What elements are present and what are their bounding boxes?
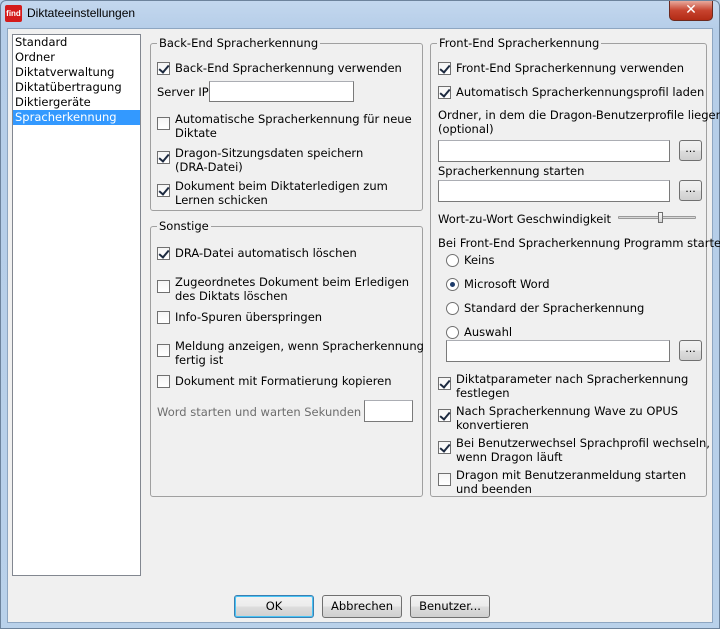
user-button[interactable]: Benutzer... bbox=[410, 595, 490, 618]
auto-profile-label: Automatisch Spracherkennungsprofil laden bbox=[456, 85, 705, 99]
program-selection-radio[interactable] bbox=[446, 326, 459, 339]
delete-doc-label-line2: des Diktats löschen bbox=[175, 289, 288, 303]
start-recognition-label: Spracherkennung starten bbox=[438, 164, 585, 178]
profile-folder-label-line2: (optional) bbox=[438, 122, 494, 136]
word-speed-label: Wort-zu-Wort Geschwindigkeit bbox=[438, 212, 612, 226]
show-message-label-line2: fertig ist bbox=[175, 353, 224, 367]
program-none-radio[interactable] bbox=[446, 254, 459, 267]
title-bar[interactable]: find Diktateeinstellungen ✕ bbox=[1, 1, 719, 27]
save-session-label-line1: Dragon-Sitzungsdaten speichern bbox=[175, 146, 364, 160]
convert-wave-label-line2: konvertieren bbox=[456, 418, 529, 432]
program-word-label: Microsoft Word bbox=[464, 277, 550, 291]
program-none-label: Keins bbox=[464, 253, 495, 267]
set-params-checkbox[interactable] bbox=[438, 377, 451, 390]
program-default-label: Standard der Spracherkennung bbox=[464, 301, 645, 315]
nav-item-diktiergeraete[interactable]: Diktiergeräte bbox=[13, 95, 140, 110]
profile-folder-label-line1: Ordner, in dem die Dragon-Benutzerprofil… bbox=[438, 108, 720, 122]
skip-info-label: Info-Spuren überspringen bbox=[175, 310, 323, 324]
delete-doc-checkbox[interactable] bbox=[157, 280, 170, 293]
dragon-login-label-line2: und beenden bbox=[456, 482, 532, 496]
send-document-label-line1: Dokument beim Diktaterledigen zum bbox=[175, 179, 388, 193]
program-selection-label: Auswahl bbox=[464, 325, 513, 339]
delete-dra-label: DRA-Datei automatisch löschen bbox=[175, 246, 357, 260]
server-ip-label: Server IP bbox=[157, 85, 209, 99]
start-recognition-browse-button[interactable]: ... bbox=[679, 180, 702, 201]
use-frontend-checkbox[interactable] bbox=[438, 62, 451, 75]
other-group-title: Sonstige bbox=[157, 219, 211, 233]
settings-category-list[interactable]: Standard Ordner Diktatverwaltung Diktatü… bbox=[12, 34, 141, 576]
profile-folder-input[interactable] bbox=[438, 140, 670, 162]
save-session-label-line2: (DRA-Datei) bbox=[175, 160, 243, 174]
use-backend-checkbox[interactable] bbox=[157, 62, 170, 75]
switch-profile-label-line1: Bei Benutzerwechsel Sprachprofil wechsel… bbox=[456, 436, 710, 450]
dragon-login-label-line1: Dragon mit Benutzeranmeldung starten bbox=[456, 468, 687, 482]
app-icon: find bbox=[5, 5, 22, 22]
use-backend-label: Back-End Spracherkennung verwenden bbox=[175, 61, 402, 75]
dialog-client-area: Standard Ordner Diktatverwaltung Diktatü… bbox=[7, 28, 720, 623]
skip-info-checkbox[interactable] bbox=[157, 311, 170, 324]
copy-format-label: Dokument mit Formatierung kopieren bbox=[175, 374, 392, 388]
auto-recognition-label-line2: Diktate bbox=[175, 126, 217, 140]
show-message-label-line1: Meldung anzeigen, wenn Spracherkennung bbox=[175, 339, 424, 353]
program-selection-browse-button[interactable]: ... bbox=[679, 340, 702, 361]
cancel-button[interactable]: Abbrechen bbox=[322, 595, 402, 618]
convert-wave-label-line1: Nach Spracherkennung Wave zu OPUS bbox=[456, 404, 679, 418]
switch-profile-label-line2: wenn Dragon läuft bbox=[456, 450, 563, 464]
program-start-label: Bei Front-End Spracherkennung Programm s… bbox=[438, 236, 720, 250]
close-icon: ✕ bbox=[685, 2, 697, 18]
auto-profile-checkbox[interactable] bbox=[438, 86, 451, 99]
copy-format-checkbox[interactable] bbox=[157, 375, 170, 388]
nav-item-spracherkennung[interactable]: Spracherkennung bbox=[13, 110, 140, 125]
frontend-group: Front-End Spracherkennung Front-End Spra… bbox=[430, 36, 720, 497]
frontend-group-title: Front-End Spracherkennung bbox=[437, 36, 602, 50]
window-title: Diktateeinstellungen bbox=[27, 6, 136, 20]
set-params-label-line1: Diktatparameter nach Spracherkennung bbox=[456, 372, 689, 386]
backend-group: Back-End Spracherkennung Back-End Sprach… bbox=[150, 36, 423, 211]
program-selection-input[interactable] bbox=[446, 340, 670, 362]
word-wait-label: Word starten und warten Sekunden bbox=[157, 405, 362, 419]
delete-dra-checkbox[interactable] bbox=[157, 247, 170, 260]
start-recognition-input[interactable] bbox=[438, 180, 670, 202]
set-params-label-line2: festlegen bbox=[456, 386, 510, 400]
dragon-login-checkbox[interactable] bbox=[438, 473, 451, 486]
nav-item-ordner[interactable]: Ordner bbox=[13, 50, 140, 65]
dialog-window: find Diktateeinstellungen ✕ Standard Ord… bbox=[0, 0, 720, 629]
auto-recognition-label-line1: Automatische Spracherkennung für neue bbox=[175, 112, 412, 126]
profile-folder-browse-button[interactable]: ... bbox=[679, 140, 702, 161]
ok-button[interactable]: OK bbox=[234, 595, 314, 618]
send-document-label-line2: Lernen schicken bbox=[175, 193, 268, 207]
word-wait-input[interactable] bbox=[364, 400, 413, 422]
program-word-radio[interactable] bbox=[446, 278, 459, 291]
server-ip-input[interactable] bbox=[209, 81, 354, 102]
other-group: Sonstige DRA-Datei automatisch löschen Z… bbox=[150, 219, 424, 497]
save-session-checkbox[interactable] bbox=[157, 151, 170, 164]
convert-wave-checkbox[interactable] bbox=[438, 409, 451, 422]
nav-item-diktatuebertragung[interactable]: Diktatübertragung bbox=[13, 80, 140, 95]
auto-recognition-checkbox[interactable] bbox=[157, 117, 170, 130]
show-message-checkbox[interactable] bbox=[157, 344, 170, 357]
delete-doc-label-line1: Zugeordnetes Dokument beim Erledigen bbox=[175, 275, 410, 289]
word-speed-slider-thumb[interactable] bbox=[657, 212, 663, 223]
program-default-radio[interactable] bbox=[446, 302, 459, 315]
nav-item-standard[interactable]: Standard bbox=[13, 35, 140, 50]
close-button[interactable]: ✕ bbox=[669, 1, 713, 21]
backend-group-title: Back-End Spracherkennung bbox=[157, 36, 321, 50]
send-document-checkbox[interactable] bbox=[157, 184, 170, 197]
use-frontend-label: Front-End Spracherkennung verwenden bbox=[456, 61, 685, 75]
nav-item-diktatverwaltung[interactable]: Diktatverwaltung bbox=[13, 65, 140, 80]
switch-profile-checkbox[interactable] bbox=[438, 441, 451, 454]
